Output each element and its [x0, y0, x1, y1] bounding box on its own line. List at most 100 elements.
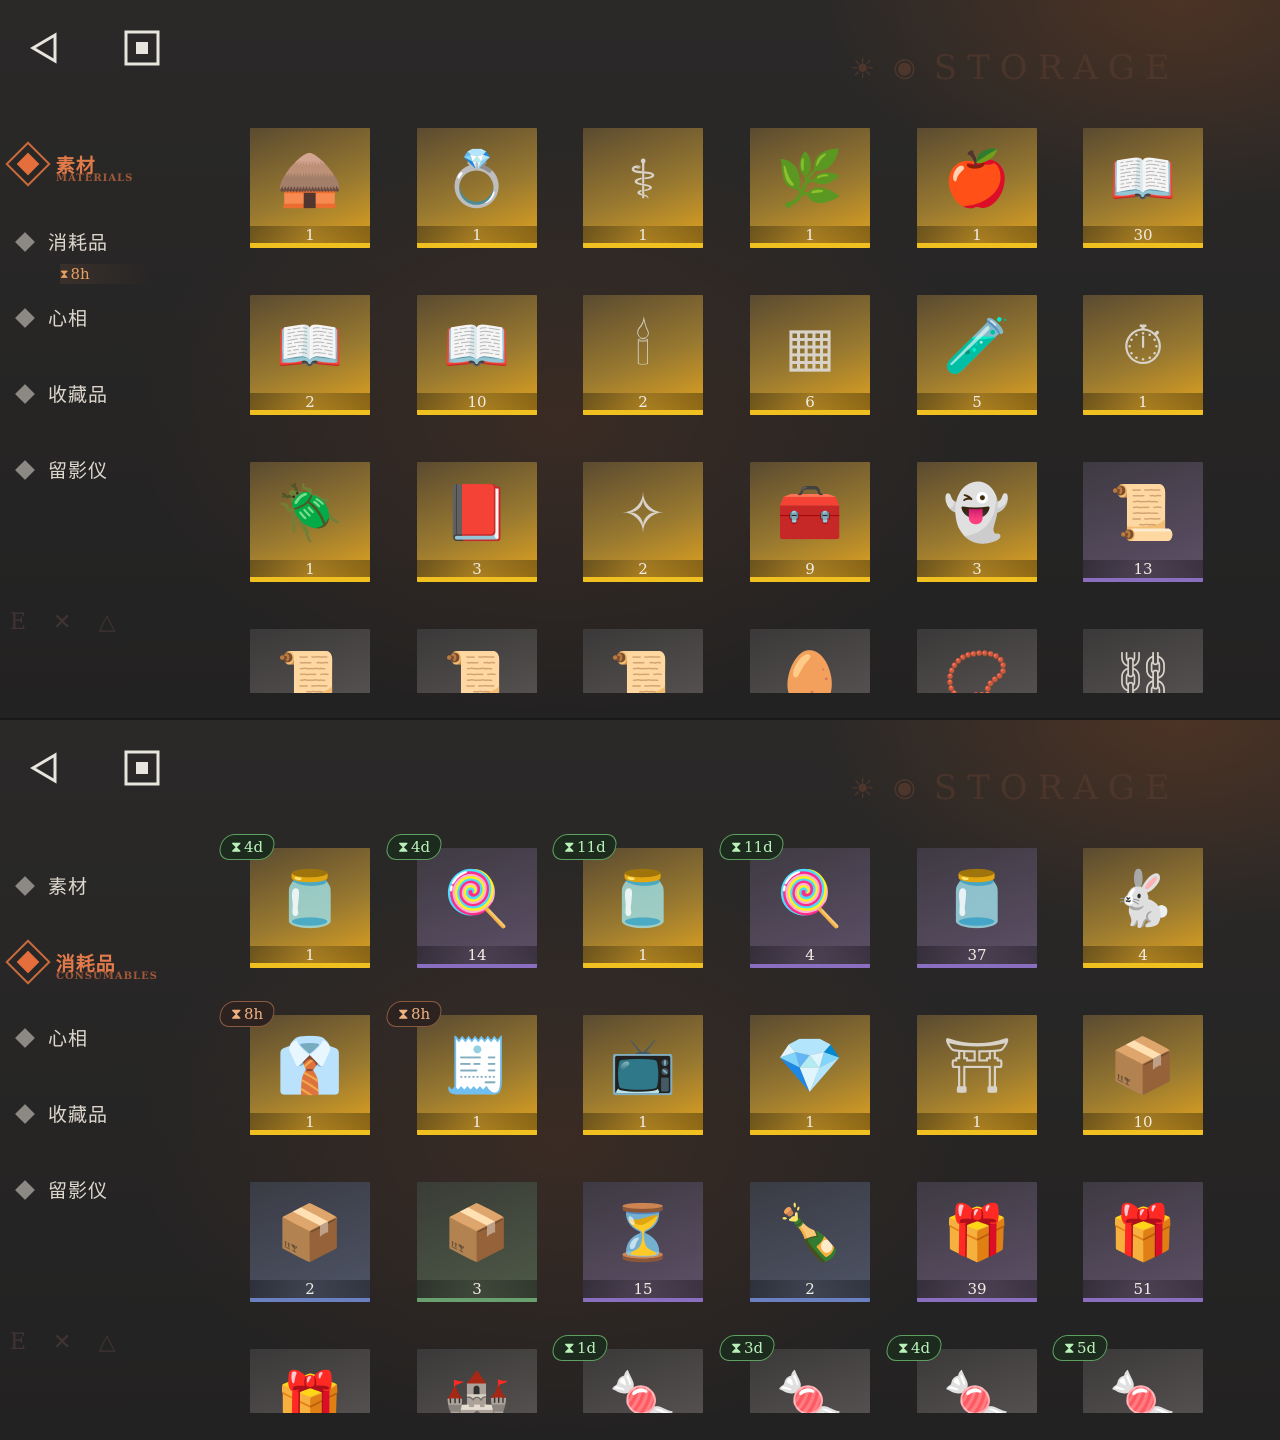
item-count: 3 [472, 1280, 482, 1298]
pocket-watch-icon: ⏱ [1121, 314, 1165, 377]
item-slot[interactable]: 💍 1 [417, 128, 537, 248]
hourglass-icon: ⧗ [564, 838, 575, 856]
item-slot[interactable]: 🍾 2 [750, 1182, 870, 1302]
item-slot[interactable]: 📦 10 [1083, 1015, 1203, 1135]
item-slot[interactable]: 📺 1 [583, 1015, 703, 1135]
book-icon: 📖 [1109, 147, 1177, 210]
sidebar-item-psychube[interactable]: 心相 [15, 304, 88, 331]
expiry-badge: ⧗ 4d [217, 834, 277, 860]
sidebar-item-collectibles[interactable]: 收藏品 [15, 1100, 108, 1127]
parcel-icon: 🎁 [943, 1201, 1011, 1264]
item-slot[interactable]: 📜 13 [1083, 462, 1203, 582]
item-slot[interactable]: ⛓ [1083, 629, 1203, 693]
storage-panel-top: ☀ ◉ STORAGE E ✕ △ 素材 MATERIALS 消耗品 ⧗ 8h … [0, 0, 1280, 720]
item-slot[interactable]: 🍬 [917, 1349, 1037, 1413]
item-slot[interactable]: 🎁 [250, 1349, 370, 1413]
item-count: 1 [638, 1113, 648, 1131]
sidebar-item-collectibles[interactable]: 收藏品 [15, 380, 108, 407]
storage-title: STORAGE [933, 768, 1180, 808]
sidebar-item-consumables[interactable]: 消耗品 [15, 228, 108, 255]
timer-text: 8h [70, 265, 90, 283]
item-slot[interactable]: 🛖 1 [250, 128, 370, 248]
item-count: 1 [305, 226, 315, 244]
sidebar-item-materials[interactable]: 素材 [15, 872, 89, 899]
item-slot[interactable]: 🌿 1 [750, 128, 870, 248]
sidebar-item-materials[interactable]: 素材 MATERIALS [5, 141, 132, 187]
item-count: 1 [638, 226, 648, 244]
lollipop-icon: 🍭 [443, 867, 511, 930]
candy-jar-icon: 🫙 [943, 867, 1011, 930]
expiry-text: 4d [243, 838, 263, 856]
hand-box-icon: 🧰 [776, 481, 844, 544]
item-slot[interactable]: 🎁 39 [917, 1182, 1037, 1302]
item-slot[interactable]: 🪲 1 [250, 462, 370, 582]
caduceus-icon: ⚕ [628, 147, 658, 211]
item-slot[interactable]: 💎 1 [750, 1015, 870, 1135]
green-tablet-icon: ▦ [784, 314, 836, 378]
sidebar-item-consumables[interactable]: 消耗品 CONSUMABLES [5, 939, 157, 985]
item-count: 4 [1138, 946, 1148, 964]
item-slot[interactable]: 📖 10 [417, 295, 537, 415]
message-bottle-icon: 🍾 [776, 1201, 844, 1264]
expiry-text: 3d [743, 1339, 763, 1357]
sidebar-item-label: 素材 [48, 876, 89, 898]
sidebar-item-label: 心相 [48, 1028, 89, 1050]
ring-icon: 💍 [443, 147, 511, 210]
diamond-icon [15, 1179, 35, 1200]
candies-icon: 🍬 [776, 1368, 844, 1413]
item-slot[interactable]: 🍭 14 [417, 848, 537, 968]
item-slot[interactable]: 🕯 2 [583, 295, 703, 415]
item-slot[interactable]: ✧ 2 [583, 462, 703, 582]
eye-icon: ◉ [893, 773, 916, 803]
item-slot[interactable]: 🧰 9 [750, 462, 870, 582]
category-sidebar: 素材 消耗品 CONSUMABLES 心相 收藏品 留影仪 [0, 720, 230, 1440]
expiry-text: 4d [910, 1339, 930, 1357]
expiry-badge: ⧗ 5d [1050, 1335, 1110, 1361]
item-slot[interactable]: 🥚 [750, 629, 870, 693]
item-slot[interactable]: 🍬 [1083, 1349, 1203, 1413]
item-slot[interactable]: 📜 [583, 629, 703, 693]
sidebar-item-projector[interactable]: 留影仪 [15, 456, 108, 483]
item-slot[interactable]: 📕 3 [417, 462, 537, 582]
item-slot[interactable]: 🐇 4 [1083, 848, 1203, 968]
book-blue-icon: 📖 [276, 314, 344, 377]
item-slot[interactable]: 👔 1 [250, 1015, 370, 1135]
item-slot[interactable]: 👻 3 [917, 462, 1037, 582]
item-slot[interactable]: 🫙 1 [583, 848, 703, 968]
item-slot[interactable]: 🎁 51 [1083, 1182, 1203, 1302]
item-slot[interactable]: ⏳ 15 [583, 1182, 703, 1302]
expiry-badge: ⧗ 8h [217, 1001, 277, 1027]
item-slot[interactable]: ▦ 6 [750, 295, 870, 415]
sidebar-item-psychube[interactable]: 心相 [15, 1024, 89, 1051]
expiry-badge: ⧗ 4d [384, 834, 444, 860]
item-slot[interactable]: 🧪 5 [917, 295, 1037, 415]
sun-icon: ☀ [850, 771, 876, 805]
item-slot[interactable]: 🏰 [417, 1349, 537, 1413]
item-slot[interactable]: 🫙 1 [250, 848, 370, 968]
expiry-text: 1d [576, 1339, 596, 1357]
diamond-icon [15, 307, 35, 328]
item-slot[interactable]: 🫙 37 [917, 848, 1037, 968]
item-slot[interactable]: 📿 [917, 629, 1037, 693]
item-slot[interactable]: 🍬 [750, 1349, 870, 1413]
sun-icon: ☀ [850, 51, 876, 85]
item-slot[interactable]: 🍬 [583, 1349, 703, 1413]
item-slot[interactable]: 📦 3 [417, 1182, 537, 1302]
item-slot[interactable]: ⏱ 1 [1083, 295, 1203, 415]
item-slot[interactable]: 🧾 1 [417, 1015, 537, 1135]
scroll-green-icon: 📜 [276, 648, 344, 693]
item-slot[interactable]: ⚕ 1 [583, 128, 703, 248]
item-slot[interactable]: ⛩ 1 [917, 1015, 1037, 1135]
storage-panel-bottom: ☀ ◉ STORAGE E ✕ △ 素材 消耗品 CONSUMABLES 心相 … [0, 720, 1280, 1440]
item-slot[interactable]: 📖 30 [1083, 128, 1203, 248]
sidebar-item-sublabel: MATERIALS [56, 172, 134, 184]
item-slot[interactable]: 🍭 4 [750, 848, 870, 968]
sidebar-item-sublabel: CONSUMABLES [56, 970, 158, 982]
item-slot[interactable]: 📖 2 [250, 295, 370, 415]
diamond-icon [15, 1103, 35, 1124]
item-slot[interactable]: 📦 2 [250, 1182, 370, 1302]
item-slot[interactable]: 📜 [417, 629, 537, 693]
sidebar-item-projector[interactable]: 留影仪 [15, 1176, 108, 1203]
item-slot[interactable]: 📜 [250, 629, 370, 693]
item-slot[interactable]: 🍎 1 [917, 128, 1037, 248]
